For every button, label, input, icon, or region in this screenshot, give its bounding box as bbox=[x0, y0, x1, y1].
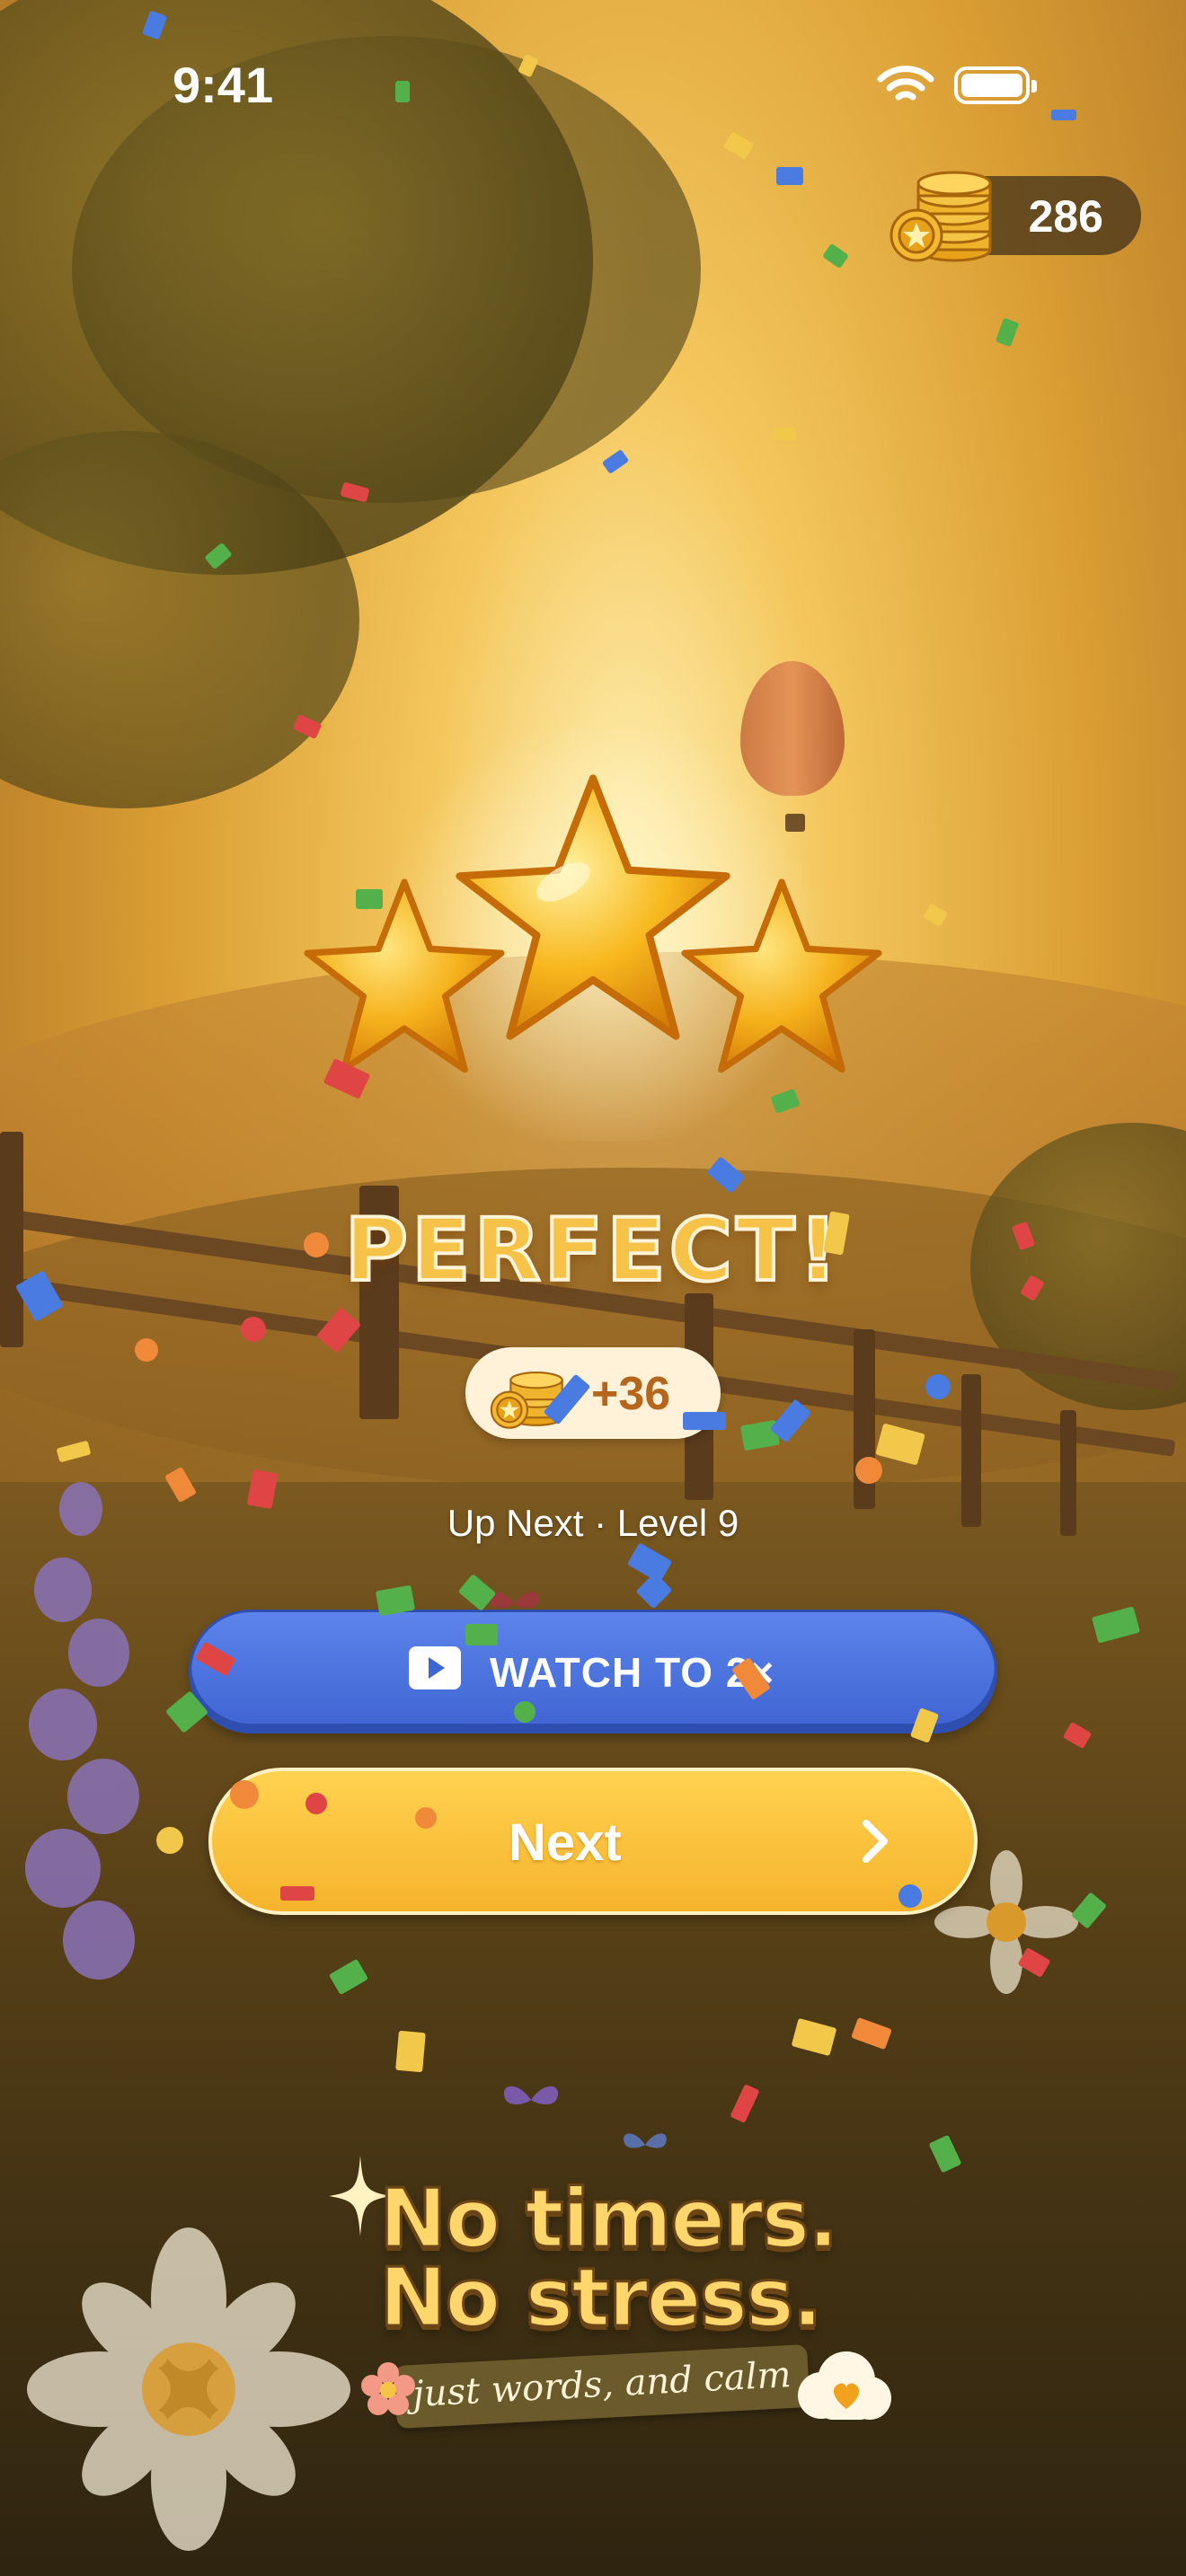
chevron-right-icon bbox=[863, 1820, 888, 1863]
confetti-piece bbox=[135, 1338, 158, 1362]
watch-button-label: WATCH TO 2× bbox=[490, 1649, 775, 1696]
confetti-piece bbox=[822, 243, 849, 269]
status-time: 9:41 bbox=[173, 57, 274, 113]
confetti-piece bbox=[514, 1701, 535, 1723]
confetti-piece bbox=[722, 131, 755, 160]
confetti-piece bbox=[395, 2030, 426, 2073]
next-button-label: Next bbox=[509, 1813, 622, 1872]
star-icon bbox=[456, 774, 730, 1040]
confetti-piece bbox=[465, 1624, 498, 1645]
confetti-piece bbox=[415, 1807, 437, 1829]
confetti-piece bbox=[230, 1780, 259, 1809]
tagline-line-2: No stress. bbox=[378, 2250, 825, 2347]
reward-amount: +36 bbox=[591, 1368, 671, 1420]
confetti-piece bbox=[241, 1317, 266, 1342]
confetti-piece bbox=[304, 1232, 329, 1257]
tagline-ribbon: just words, and calm bbox=[394, 2344, 810, 2429]
confetti-piece bbox=[280, 1886, 314, 1901]
confetti-piece bbox=[156, 1827, 183, 1854]
confetti-piece bbox=[356, 889, 383, 909]
result-title: PERFECT! bbox=[343, 1198, 842, 1302]
battery-icon bbox=[954, 66, 1037, 104]
tagline-badge: No timers. No stress. just words, and ca… bbox=[296, 2156, 898, 2443]
tree-foliage bbox=[72, 36, 701, 503]
flower-icon bbox=[361, 2362, 415, 2415]
level-complete-screen: 9:41 286 PERFECT! +36 Up Next · Level 9 … bbox=[0, 0, 1186, 2576]
confetti-piece bbox=[1051, 110, 1076, 120]
confetti-piece bbox=[773, 428, 796, 440]
heart-cloud-icon bbox=[798, 2351, 891, 2420]
tagline-subtitle: just words, and calm bbox=[412, 2354, 792, 2415]
play-icon bbox=[409, 1646, 461, 1689]
confetti-piece bbox=[601, 448, 630, 475]
coin-count: 286 bbox=[1028, 191, 1103, 242]
confetti-piece bbox=[995, 317, 1020, 348]
up-next-level: Up Next · Level 9 bbox=[447, 1502, 739, 1544]
confetti-piece bbox=[922, 903, 949, 928]
coin-stack-icon bbox=[890, 171, 992, 262]
next-button[interactable]: Next bbox=[208, 1768, 978, 1915]
confetti-piece bbox=[395, 81, 410, 102]
confetti-piece bbox=[776, 167, 803, 185]
confetti-piece bbox=[305, 1793, 327, 1814]
confetti-piece bbox=[683, 1412, 726, 1430]
star-rating bbox=[296, 728, 890, 1141]
lupine-flower bbox=[25, 1482, 139, 1980]
wifi-icon bbox=[877, 66, 934, 101]
butterfly-icon bbox=[503, 2086, 559, 2104]
confetti-piece bbox=[925, 1374, 951, 1399]
confetti-piece bbox=[898, 1884, 922, 1908]
confetti-piece bbox=[855, 1457, 882, 1484]
watch-ad-double-button[interactable]: WATCH TO 2× bbox=[189, 1610, 997, 1734]
